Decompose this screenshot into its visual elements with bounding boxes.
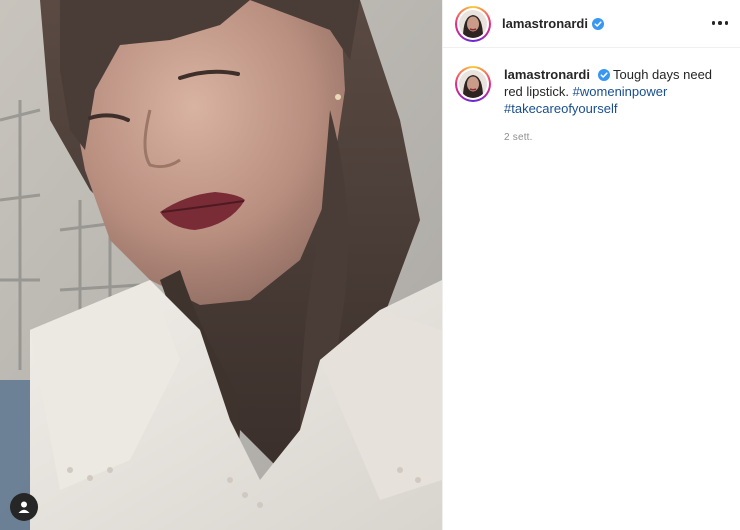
caption-text-block: lamastronardi Tough days need red lipsti…: [504, 66, 728, 117]
verified-badge-icon: [591, 17, 604, 30]
hashtag-link[interactable]: #takecareofyourself: [504, 101, 617, 116]
post-header: lamastronardi: [443, 0, 740, 48]
post-side-panel: lamastronardi lamastronardi Tough days n…: [442, 0, 740, 530]
more-options-icon[interactable]: [706, 9, 734, 37]
post-photo[interactable]: [0, 0, 442, 530]
hashtag-link[interactable]: #womeninpower: [573, 84, 668, 99]
caption-section: lamastronardi Tough days need red lipsti…: [443, 48, 740, 146]
header-username[interactable]: lamastronardi: [502, 16, 588, 31]
caption-username[interactable]: lamastronardi: [504, 67, 590, 82]
caption-avatar[interactable]: [455, 66, 491, 102]
user-tag-icon[interactable]: [10, 493, 38, 521]
verified-badge-icon: [597, 69, 610, 81]
profile-avatar[interactable]: [455, 5, 491, 42]
selfie-image: [0, 0, 442, 530]
caption-body: lamastronardi Tough days need red lipsti…: [504, 66, 728, 146]
post-timestamp[interactable]: 2 sett.: [504, 129, 728, 146]
